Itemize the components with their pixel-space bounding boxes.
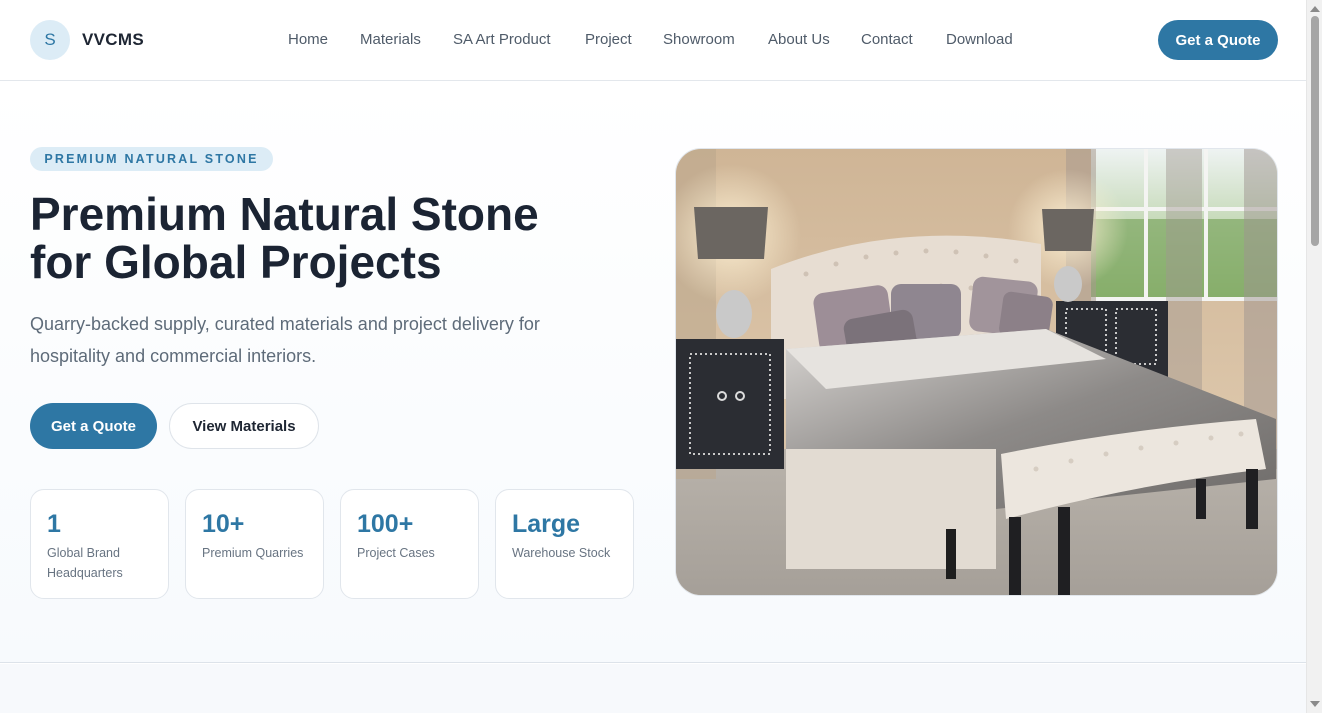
stat-card-headquarters: 1 Global Brand Headquarters <box>30 489 169 599</box>
header-get-quote-button[interactable]: Get a Quote <box>1158 20 1278 60</box>
nav-home[interactable]: Home <box>288 31 328 48</box>
stat-label: Warehouse Stock <box>512 546 611 560</box>
nav-about-us[interactable]: About Us <box>768 31 830 48</box>
scrollbar-thumb[interactable] <box>1311 16 1319 246</box>
stat-card-projects: 100+ Project Cases <box>340 489 479 599</box>
stat-label: Premium Quarries <box>202 546 304 560</box>
hero-subtitle: Quarry-backed supply, curated materials … <box>30 308 630 372</box>
nav-contact[interactable]: Contact <box>861 31 913 48</box>
hero-bedroom-image <box>675 148 1278 596</box>
page-scrollbar[interactable] <box>1306 0 1322 713</box>
next-section <box>0 664 1306 713</box>
stat-value: 1 <box>47 510 61 538</box>
hero-eyebrow-badge: PREMIUM NATURAL STONE <box>30 147 273 171</box>
nav-sa-art-product[interactable]: SA Art Product <box>453 31 551 48</box>
hero-get-quote-button[interactable]: Get a Quote <box>30 403 157 449</box>
logo-letter: S <box>44 30 56 49</box>
stat-value: 100+ <box>357 510 414 538</box>
hero-headline-line-1: Premium Natural Stone <box>30 188 539 240</box>
scroll-up-arrow-icon[interactable] <box>1310 6 1320 12</box>
stat-value: 10+ <box>202 510 245 538</box>
hero-subtitle-line-1: Quarry-backed supply, curated materials … <box>30 314 540 334</box>
stat-label: Project Cases <box>357 546 435 560</box>
logo-badge[interactable]: S <box>30 20 70 60</box>
view-materials-button[interactable]: View Materials <box>169 403 319 449</box>
nav-project[interactable]: Project <box>585 31 632 48</box>
stat-label-line-2: Headquarters <box>47 566 123 580</box>
stat-card-quarries: 10+ Premium Quarries <box>185 489 324 599</box>
brand-name[interactable]: VVCMS <box>82 30 144 50</box>
site-header: S VVCMS Home Materials SA Art Product Pr… <box>0 0 1306 81</box>
stat-card-warehouse: Large Warehouse Stock <box>495 489 634 599</box>
stat-value: Large <box>512 510 581 538</box>
nav-download[interactable]: Download <box>946 31 1013 48</box>
scroll-down-arrow-icon[interactable] <box>1310 701 1320 707</box>
nav-materials[interactable]: Materials <box>360 31 421 48</box>
hero-subtitle-line-2: hospitality and commercial interiors. <box>30 346 317 366</box>
stat-label-line-1: Global Brand <box>47 546 120 560</box>
hero-headline-line-2: for Global Projects <box>30 236 442 288</box>
hero-headline: Premium Natural Stone for Global Project… <box>30 190 650 286</box>
bedroom-illustration <box>676 149 1277 595</box>
nav-showroom[interactable]: Showroom <box>663 31 735 48</box>
stat-label: Global Brand Headquarters <box>47 543 162 583</box>
